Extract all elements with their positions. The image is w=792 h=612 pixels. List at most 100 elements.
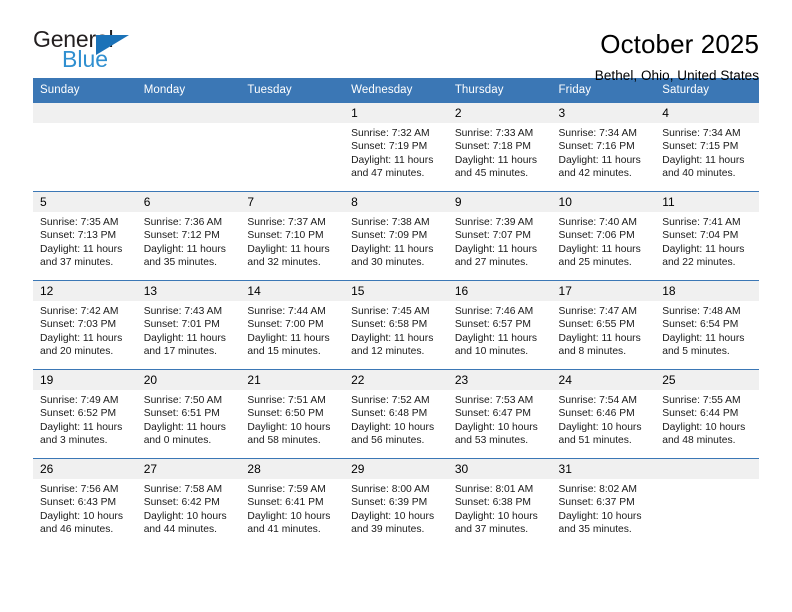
calendar-day-cell[interactable]: 14 Sunrise: 7:44 AM Sunset: 7:00 PM Dayligh… (240, 280, 345, 370)
calendar-day-cell[interactable]: 7 Sunrise: 7:37 AM Sunset: 7:10 PM Daylight… (240, 191, 345, 281)
calendar-day-cell[interactable]: 21 Sunrise: 7:51 AM Sunset: 6:50 PM Dayligh… (240, 369, 345, 459)
day-number: 9 (447, 192, 552, 212)
calendar-day-cell[interactable]: 25 Sunrise: 7:55 AM Sunset: 6:44 PM Dayligh… (655, 369, 759, 459)
weekday-header-monday: Monday (136, 78, 241, 103)
day-number: 18 (655, 281, 759, 301)
daylight-duration: Daylight: 11 hours (143, 421, 226, 433)
sunset-time: Sunset: 6:54 PM (662, 319, 739, 331)
calendar-day-cell[interactable]: 30 Sunrise: 8:01 AM Sunset: 6:38 PM Dayligh… (447, 458, 552, 548)
day-number: 24 (551, 370, 656, 390)
daylight-duration: Daylight: 11 hours (40, 332, 123, 344)
calendar-day-cell[interactable]: 12 Sunrise: 7:42 AM Sunset: 7:03 PM Dayligh… (33, 280, 137, 370)
daylight-duration: Daylight: 10 hours (454, 421, 538, 433)
sunrise-time: Sunrise: 7:56 AM (40, 484, 119, 495)
calendar-day-cell[interactable]: 22 Sunrise: 7:52 AM Sunset: 6:48 PM Dayligh… (344, 369, 448, 459)
sunrise-time: Sunrise: 7:43 AM (143, 306, 223, 317)
calendar-day-cell[interactable]: 28 Sunrise: 7:59 AM Sunset: 6:41 PM Dayligh… (240, 458, 345, 548)
calendar-day-cell[interactable]: 19 Sunrise: 7:49 AM Sunset: 6:52 PM Dayligh… (33, 369, 137, 459)
page-title: October 2025 (600, 29, 759, 59)
sunset-time: Sunset: 6:42 PM (143, 497, 220, 509)
sunset-time: Sunset: 7:01 PM (143, 319, 220, 331)
day-number: 4 (655, 103, 759, 123)
daylight-duration-cont: and 10 minutes. (454, 346, 529, 358)
sunrise-time: Sunrise: 7:52 AM (351, 395, 430, 406)
calendar-day-cell[interactable]: 1 Sunrise: 7:32 AM Sunset: 7:19 PM Daylight… (344, 102, 448, 192)
sunset-time: Sunset: 6:46 PM (558, 408, 635, 420)
daylight-duration-cont: and 56 minutes. (351, 435, 425, 447)
calendar-day-cell[interactable]: 6 Sunrise: 7:36 AM Sunset: 7:12 PM Daylight… (136, 191, 241, 281)
calendar-day-cell[interactable]: 3 Sunrise: 7:34 AM Sunset: 7:16 PM Daylight… (551, 102, 656, 192)
calendar-day-cell[interactable]: 26 Sunrise: 7:56 AM Sunset: 6:43 PM Dayligh… (33, 458, 137, 548)
day-number: 7 (240, 192, 345, 212)
day-details: Sunrise: 7:55 AM Sunset: 6:44 PM Daylight:… (655, 390, 759, 448)
calendar-day-cell[interactable]: 29 Sunrise: 8:00 AM Sunset: 6:39 PM Dayligh… (344, 458, 448, 548)
sunrise-time: Sunrise: 7:39 AM (454, 217, 534, 228)
calendar-day-cell[interactable]: 11 Sunrise: 7:41 AM Sunset: 7:04 PM Dayligh… (655, 191, 759, 281)
calendar-day-cell[interactable]: 2 Sunrise: 7:33 AM Sunset: 7:18 PM Daylight… (447, 102, 552, 192)
daylight-duration-cont: and 35 minutes. (558, 524, 632, 536)
daylight-duration: Daylight: 10 hours (247, 421, 331, 433)
day-number: 23 (447, 370, 552, 390)
day-details: Sunrise: 8:01 AM Sunset: 6:38 PM Daylight:… (448, 479, 552, 537)
logo-text-blue: Blue (62, 46, 109, 72)
calendar-day-cell[interactable]: 10 Sunrise: 7:40 AM Sunset: 7:06 PM Dayligh… (551, 191, 656, 281)
calendar-day-cell[interactable]: 8 Sunrise: 7:38 AM Sunset: 7:09 PM Daylight… (344, 191, 448, 281)
day-details: Sunrise: 7:53 AM Sunset: 6:47 PM Daylight:… (448, 390, 552, 448)
sunrise-time: Sunrise: 7:32 AM (351, 128, 430, 139)
day-details: Sunrise: 7:38 AM Sunset: 7:09 PM Daylight:… (344, 212, 448, 270)
calendar-day-cell[interactable]: 24 Sunrise: 7:54 AM Sunset: 6:46 PM Dayligh… (551, 369, 656, 459)
calendar-day-cell[interactable]: 20 Sunrise: 7:50 AM Sunset: 6:51 PM Dayligh… (136, 369, 241, 459)
calendar-day-cell[interactable]: 15 Sunrise: 7:45 AM Sunset: 6:58 PM Dayligh… (344, 280, 448, 370)
calendar-day-cell[interactable]: 13 Sunrise: 7:43 AM Sunset: 7:01 PM Dayligh… (136, 280, 241, 370)
day-number: 2 (447, 103, 552, 123)
sunrise-time: Sunrise: 7:49 AM (40, 395, 119, 406)
daylight-duration: Daylight: 11 hours (558, 243, 641, 255)
day-number: 8 (344, 192, 448, 212)
sunrise-time: Sunrise: 7:51 AM (247, 395, 326, 406)
day-details: Sunrise: 7:45 AM Sunset: 6:58 PM Daylight:… (344, 301, 448, 359)
daylight-duration: Daylight: 11 hours (351, 332, 434, 344)
day-number: 20 (136, 370, 241, 390)
sunrise-time: Sunrise: 7:50 AM (143, 395, 223, 406)
sunrise-time: Sunrise: 7:55 AM (662, 395, 741, 406)
daylight-duration: Daylight: 11 hours (454, 332, 538, 344)
day-number: 12 (33, 281, 137, 301)
daylight-duration: Daylight: 11 hours (40, 243, 123, 255)
calendar-day-cell[interactable]: 5 Sunrise: 7:35 AM Sunset: 7:13 PM Daylight… (33, 191, 137, 281)
sunrise-time: Sunrise: 7:40 AM (558, 217, 637, 228)
calendar-day-cell[interactable]: 27 Sunrise: 7:58 AM Sunset: 6:42 PM Dayligh… (136, 458, 241, 548)
general-blue-logo[interactable]: General Blue (33, 28, 148, 76)
calendar-week-row: 1 Sunrise: 7:32 AM Sunset: 7:19 PM Daylight… (33, 102, 759, 192)
weekday-header-wednesday: Wednesday (344, 78, 448, 103)
calendar-day-cell[interactable]: 4 Sunrise: 7:34 AM Sunset: 7:15 PM Daylight… (655, 102, 759, 192)
daylight-duration: Daylight: 11 hours (351, 154, 434, 166)
day-number: 22 (344, 370, 448, 390)
sunrise-time: Sunrise: 7:58 AM (143, 484, 223, 495)
daylight-duration: Daylight: 11 hours (143, 243, 226, 255)
sunset-time: Sunset: 6:37 PM (558, 497, 635, 509)
calendar-day-cell[interactable]: 9 Sunrise: 7:39 AM Sunset: 7:07 PM Daylight… (447, 191, 552, 281)
sunset-time: Sunset: 7:15 PM (662, 141, 739, 153)
day-number: 17 (551, 281, 656, 301)
calendar-week-row: 19 Sunrise: 7:49 AM Sunset: 6:52 PM Dayligh… (33, 369, 759, 459)
day-details: Sunrise: 7:47 AM Sunset: 6:55 PM Daylight:… (552, 301, 656, 359)
daylight-duration-cont: and 37 minutes. (40, 257, 114, 269)
calendar-day-cell[interactable]: 23 Sunrise: 7:53 AM Sunset: 6:47 PM Dayligh… (447, 369, 552, 459)
sunrise-time: Sunrise: 8:01 AM (454, 484, 534, 495)
daylight-duration-cont: and 27 minutes. (454, 257, 529, 269)
day-details: Sunrise: 7:46 AM Sunset: 6:57 PM Daylight:… (448, 301, 552, 359)
sunset-time: Sunset: 7:16 PM (558, 141, 635, 153)
calendar-table: Sunday Monday Tuesday Wednesday Thursday Frid… (33, 78, 759, 548)
day-number: 29 (344, 459, 448, 479)
day-details: Sunrise: 7:33 AM Sunset: 7:18 PM Daylight:… (448, 123, 552, 181)
page-subtitle: Bethel, Ohio, United States (594, 67, 759, 83)
calendar-day-cell[interactable]: 31 Sunrise: 8:02 AM Sunset: 6:37 PM Dayligh… (551, 458, 656, 548)
sunset-time: Sunset: 7:19 PM (351, 141, 428, 153)
daylight-duration-cont: and 47 minutes. (351, 168, 425, 180)
day-number: 27 (136, 459, 241, 479)
calendar-body: 1 Sunrise: 7:32 AM Sunset: 7:19 PM Daylight… (33, 102, 759, 548)
calendar-day-cell[interactable]: 17 Sunrise: 7:47 AM Sunset: 6:55 PM Dayligh… (551, 280, 656, 370)
calendar-day-cell[interactable]: 18 Sunrise: 7:48 AM Sunset: 6:54 PM Dayligh… (655, 280, 759, 370)
calendar-day-cell[interactable]: 16 Sunrise: 7:46 AM Sunset: 6:57 PM Dayligh… (447, 280, 552, 370)
daylight-duration-cont: and 46 minutes. (40, 524, 114, 536)
